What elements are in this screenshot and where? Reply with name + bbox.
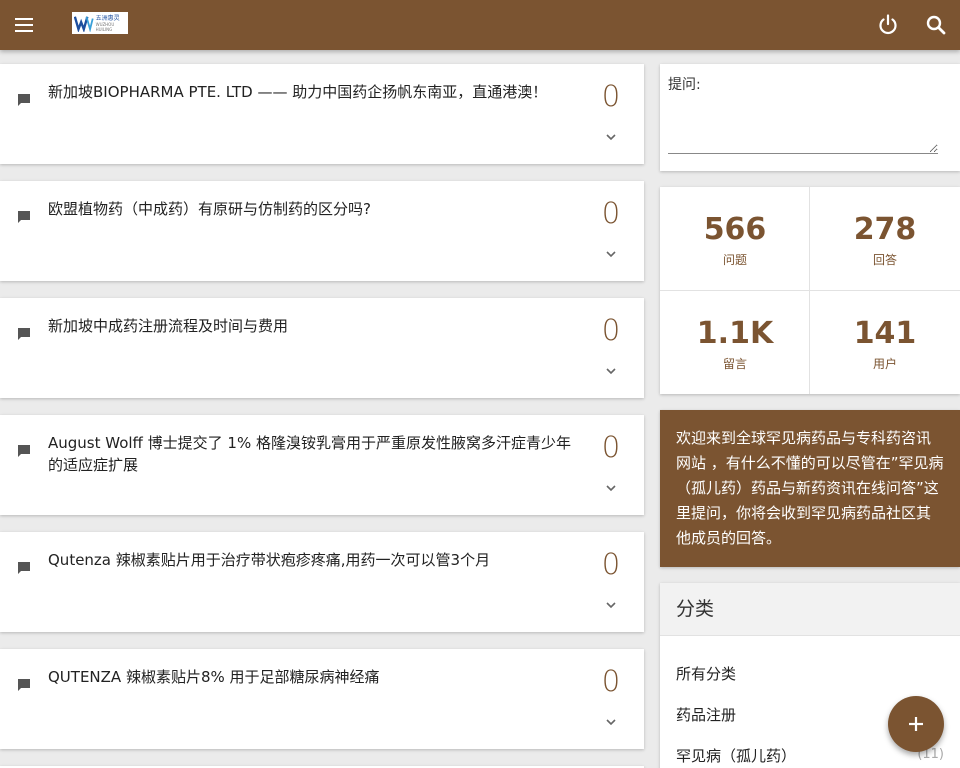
comment-icon [18,679,30,691]
comment-icon [18,562,30,574]
comment-icon [18,445,30,457]
question-card[interactable]: 欧盟植物药（中成药）有原研与仿制药的区分吗? 0 [0,181,644,281]
top-app-bar: 五洲惠灵 WUZHOU HUILING [0,0,960,50]
ask-question-card: 提问: [660,64,960,171]
category-label: 药品注册 [676,706,737,724]
answer-count: 0 [601,430,621,464]
stat-answers: 278 回答 [810,187,960,290]
site-logo[interactable]: 五洲惠灵 WUZHOU HUILING [72,12,128,34]
chevron-down-icon[interactable] [603,599,619,611]
stat-label: 问题 [722,253,747,267]
question-card[interactable]: Qutenza 辣椒素贴片用于治疗带状疱疹疼痛,用药一次可以管3个月 0 [0,532,644,632]
question-title[interactable]: QUTENZA 辣椒素贴片8% 用于足部糖尿病神经痛 [48,666,580,688]
stat-label: 用户 [872,357,897,371]
stat-comments: 1.1K 留言 [660,291,810,394]
answer-count: 0 [601,79,621,113]
category-item-rare-disease[interactable]: 罕见病（孤儿药） [676,745,796,766]
stat-users: 141 用户 [810,291,960,394]
answer-count: 0 [601,313,621,347]
logo-mark-icon [74,16,94,32]
search-icon[interactable] [923,12,949,38]
question-title[interactable]: August Wolff 博士提交了 1% 格隆溴铵乳膏用于严重原发性腋窝多汗症… [48,432,580,476]
logo-subtext: WUZHOU HUILING [95,21,115,32]
answer-count: 0 [601,547,621,581]
question-title[interactable]: 欧盟植物药（中成药）有原研与仿制药的区分吗? [48,198,580,220]
chevron-down-icon[interactable] [603,248,619,260]
add-question-button[interactable] [888,696,944,752]
question-card[interactable]: 新加坡中成药注册流程及时间与费用 0 [0,298,644,398]
divider [660,290,960,291]
answer-count: 0 [601,196,621,230]
stat-questions: 566 问题 [660,187,810,290]
question-title[interactable]: 新加坡BIOPHARMA PTE. LTD —— 助力中国药企扬帆东南亚，直通港… [48,81,580,103]
welcome-message: 欢迎来到全球罕见病药品与专科药咨讯网站 ，有什么不懂的可以尽管在”罕见病（孤儿药… [660,410,960,567]
category-label: 罕见病（孤儿药） [676,747,797,765]
question-title[interactable]: Qutenza 辣椒素贴片用于治疗带状疱疹疼痛,用药一次可以管3个月 [48,549,580,571]
stat-label: 回答 [872,253,897,267]
category-label: 所有分类 [676,665,737,683]
chevron-down-icon[interactable] [603,365,619,377]
question-card[interactable]: August Wolff 博士提交了 1% 格隆溴铵乳膏用于严重原发性腋窝多汗症… [0,415,644,515]
stat-value: 278 [853,212,917,247]
power-icon[interactable] [875,12,901,38]
comment-icon [18,211,30,223]
chevron-down-icon[interactable] [603,482,619,494]
chevron-down-icon[interactable] [603,716,619,728]
chevron-down-icon[interactable] [603,131,619,143]
ask-question-input[interactable] [668,98,938,154]
ask-label: 提问: [668,77,701,93]
stat-value: 141 [853,316,917,351]
question-card[interactable]: QUTENZA 辣椒素贴片8% 用于足部糖尿病神经痛 0 [0,649,644,749]
stat-value: 1.1K [696,316,774,351]
categories-title: 分类 [660,583,960,636]
category-item-drug-registration[interactable]: 药品注册 [676,704,736,725]
menu-icon[interactable] [11,13,37,37]
question-card[interactable]: 新加坡BIOPHARMA PTE. LTD —— 助力中国药企扬帆东南亚，直通港… [0,64,644,164]
logo-text: 五洲惠灵 [95,14,120,22]
stat-label: 留言 [722,357,747,371]
plus-icon [909,717,923,731]
site-stats: 566 问题 278 回答 1.1K 留言 141 用户 [660,187,960,394]
comment-icon [18,328,30,340]
comment-icon [18,94,30,106]
category-item-all[interactable]: 所有分类 [676,663,736,684]
answer-count: 0 [601,664,621,698]
stat-value: 566 [703,212,767,247]
question-title[interactable]: 新加坡中成药注册流程及时间与费用 [48,315,580,337]
